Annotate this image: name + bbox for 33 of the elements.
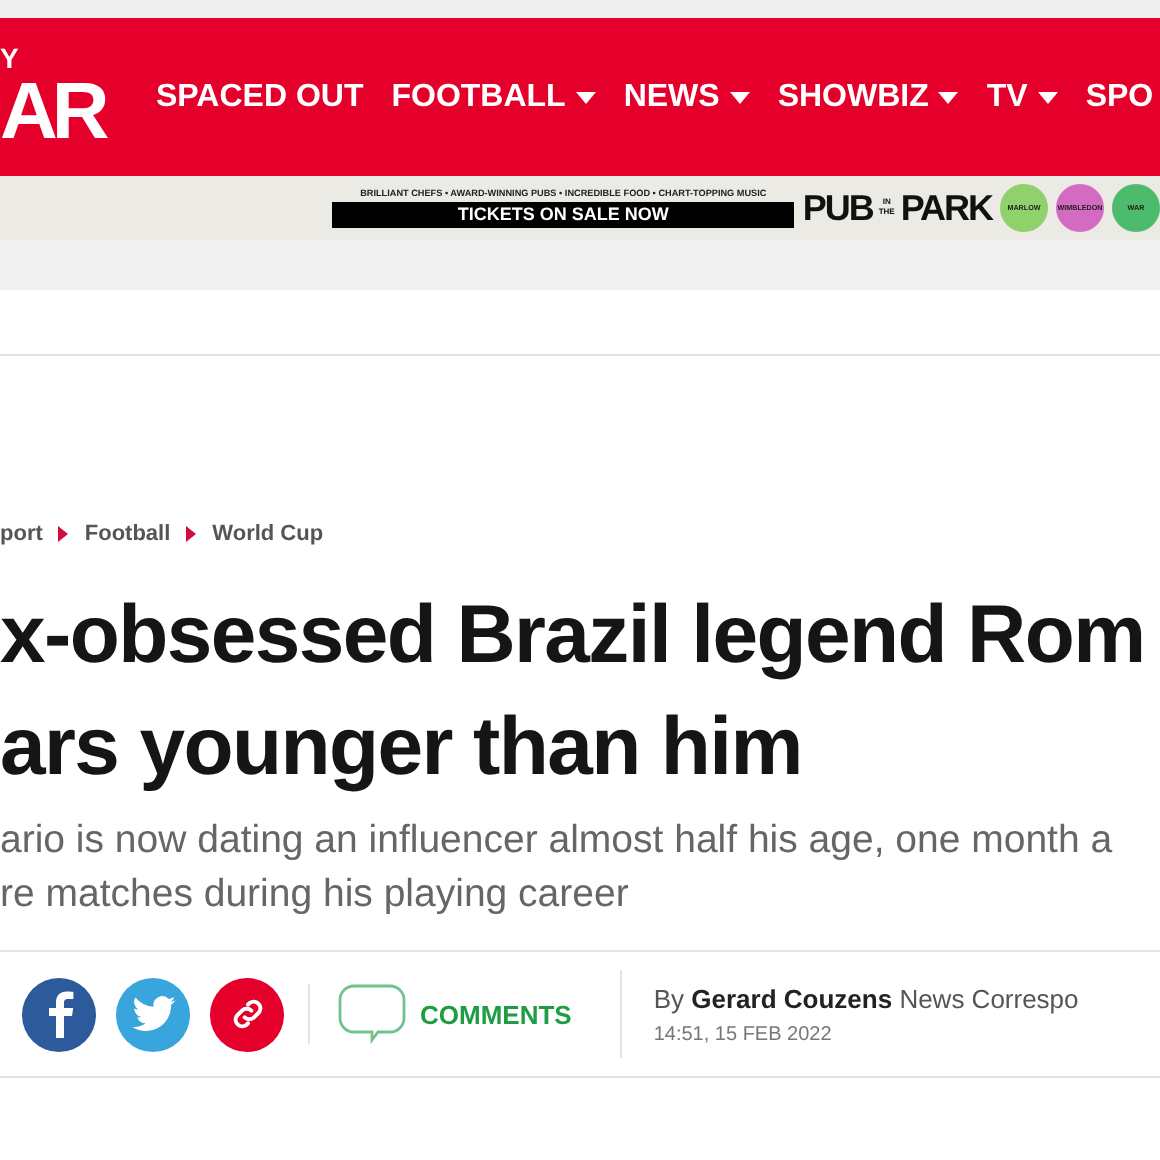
facebook-icon [45,990,73,1038]
chevron-icon [186,526,197,542]
publish-date: 14:51, 15 FEB 2022 [653,1023,834,1045]
standfirst-text: ario is now dating an influencer almost half his age, one month a [0,816,1113,866]
breadcrumb-link[interactable]: World Cup [212,522,324,546]
ad-brand-text: PARK [900,186,992,230]
nav-link[interactable]: SPACED OUT [156,79,364,115]
facebook-share-button[interactable] [22,977,96,1051]
copy-link-button[interactable] [210,977,284,1051]
twitter-share-button[interactable] [116,977,190,1051]
headline-text: x-obsessed Brazil legend Rom [0,586,1145,684]
headline-text: ars younger than him [0,698,802,796]
nav-link[interactable]: NEWS [623,79,750,115]
speech-bubble-icon [338,984,406,1044]
caret-icon [575,91,596,103]
site-logo[interactable]: Y AR [0,18,156,176]
bird-icon [131,996,175,1032]
chevron-icon [58,526,69,542]
standfirst-text: re matches during his playing career [0,870,629,920]
breadcrumb-link[interactable]: Football [84,522,171,546]
nav-link[interactable]: SHOWBIZ [777,79,959,115]
author-link[interactable]: Gerard Couzens [691,983,893,1013]
caret-icon [1037,91,1058,103]
nav-link[interactable]: TV [986,79,1058,115]
nav-link[interactable]: FOOTBALL [391,79,596,115]
caret-icon [938,91,959,103]
byline-text: By Gerard Couzens News Correspo [653,983,1079,1013]
comments-link[interactable]: COMMENTS [338,984,572,1044]
nav-link[interactable]: SPO [1085,79,1154,115]
ad-brand-text: PUB [802,186,873,230]
breadcrumb-link[interactable]: port [0,522,43,546]
ad-tickets-banner[interactable]: TICKETS ON SALE NOW [332,202,795,228]
caret-icon [729,91,750,103]
